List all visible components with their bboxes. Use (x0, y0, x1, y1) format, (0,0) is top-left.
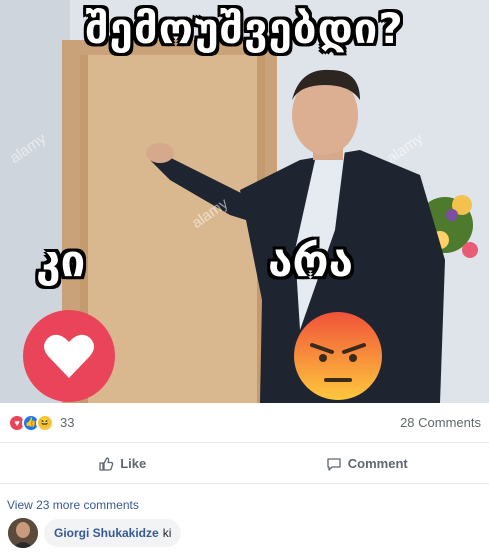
thumbs-up-icon (99, 456, 114, 471)
reactions-bar: ♥ 👍 😆 33 28 Comments (0, 403, 489, 443)
like-label: Like (120, 456, 147, 471)
comment-label: Comment (347, 456, 408, 471)
angry-reaction-icon (294, 312, 382, 400)
meme-title: შემოუშვებდი? (85, 4, 404, 53)
meme-photo (0, 0, 489, 403)
haha-icon: 😆 (36, 413, 54, 432)
reaction-count: 33 (60, 415, 75, 430)
comment-bubble: Giorgi Shukakidze ki (44, 519, 182, 547)
comment-text: ki (162, 526, 172, 540)
comment-icon (327, 457, 341, 471)
option-yes-label: კი (36, 236, 86, 287)
view-more-comments-link[interactable]: View 23 more comments (7, 498, 139, 512)
option-no-label: არა (268, 236, 353, 287)
comment-author-link[interactable]: Giorgi Shukakidze (54, 526, 159, 540)
reaction-summary[interactable]: ♥ 👍 😆 33 (8, 413, 75, 432)
like-button[interactable]: Like (0, 456, 245, 472)
avatar-photo (8, 518, 38, 548)
comment-button[interactable]: Comment (245, 456, 489, 472)
action-bar: Like Comment (0, 444, 489, 484)
comments-count-link[interactable]: 28 Comments (400, 415, 481, 430)
comment-item: Giorgi Shukakidze ki (8, 518, 182, 548)
avatar[interactable] (8, 518, 38, 548)
post-image[interactable]: შემოუშვებდი? კი არა alamy alamy alamy (0, 0, 489, 403)
